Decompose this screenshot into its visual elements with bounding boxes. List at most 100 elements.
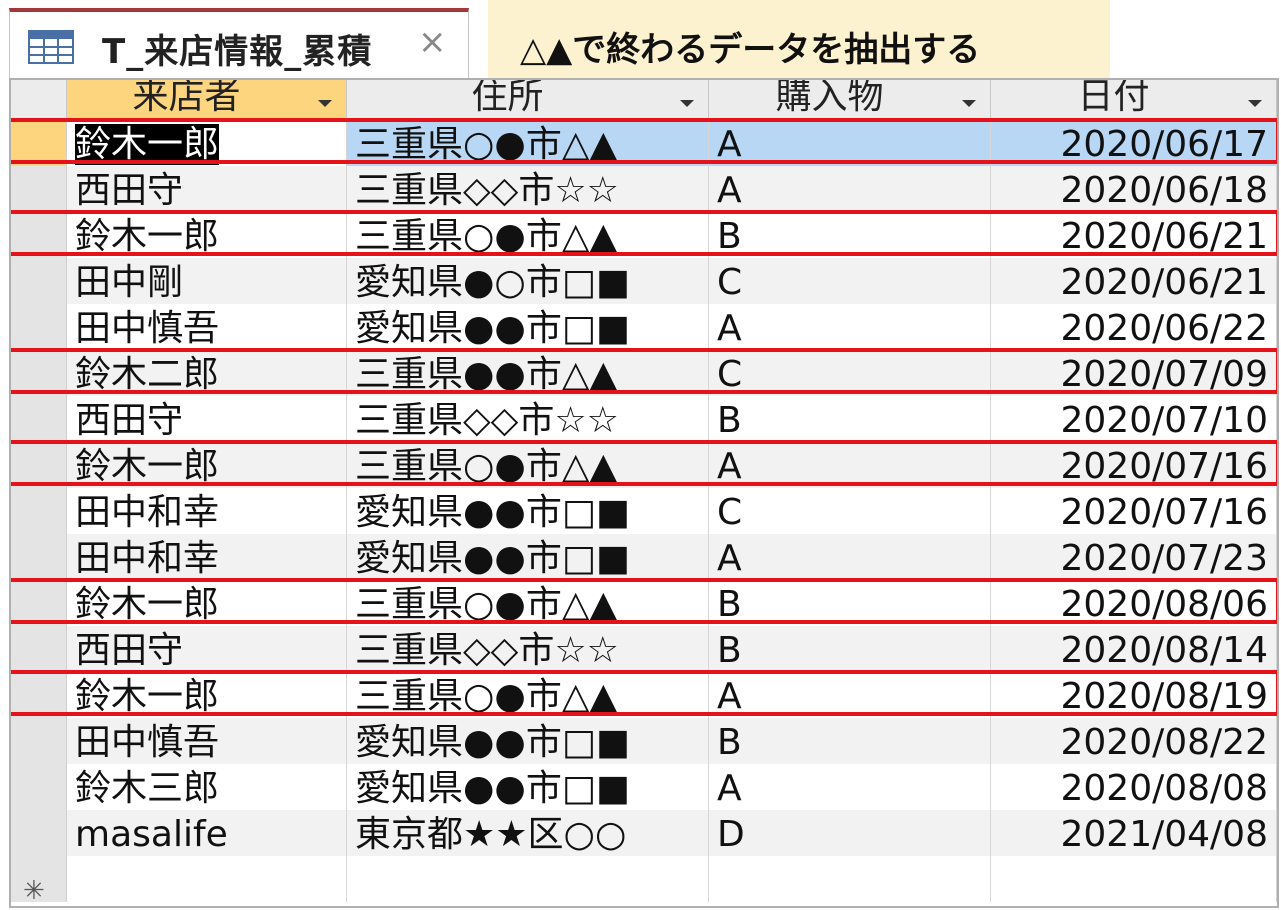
table-row[interactable]: 鈴木三郎 愛知県●●市□■ A 2020/08/08 [11,764,1277,810]
new-record-row[interactable]: ✳ [11,856,1277,902]
row-selector[interactable] [11,580,67,626]
cell-date[interactable]: 2020/06/18 [991,166,1277,212]
cell-name[interactable]: 西田守 [67,396,347,442]
cell-item[interactable]: A [709,764,991,810]
cell-item[interactable]: B [709,396,991,442]
table-row[interactable]: 鈴木一郎 三重県○●市△▲ A 2020/07/16 [11,442,1277,488]
table-tab[interactable]: T_来店情報_累積 × [9,8,469,78]
cell-date[interactable]: 2020/08/08 [991,764,1277,810]
cell-date[interactable]: 2020/07/10 [991,396,1277,442]
cell-name[interactable]: 田中慎吾 [67,304,347,350]
cell-item[interactable]: B [709,626,991,672]
cell-date[interactable]: 2020/06/21 [991,258,1277,304]
cell-date[interactable]: 2020/07/09 [991,350,1277,396]
cell-name[interactable]: 田中慎吾 [67,718,347,764]
row-selector[interactable] [11,120,67,166]
cell-date[interactable]: 2020/08/14 [991,626,1277,672]
table-row[interactable]: 西田守 三重県◇◇市☆☆ A 2020/06/18 [11,166,1277,212]
table-row[interactable]: 西田守 三重県◇◇市☆☆ B 2020/07/10 [11,396,1277,442]
row-selector[interactable] [11,350,67,396]
cell-address[interactable]: 愛知県●●市□■ [347,304,709,350]
cell-address[interactable]: 三重県○●市△▲ [347,672,709,718]
chevron-down-icon[interactable] [1248,100,1262,107]
row-selector[interactable] [11,534,67,580]
cell-address[interactable]: 愛知県●○市□■ [347,258,709,304]
cell-address[interactable]: 三重県●●市△▲ [347,350,709,396]
cell-item[interactable]: B [709,212,991,258]
cell-name[interactable]: 鈴木二郎 [67,350,347,396]
cell-name[interactable]: 鈴木三郎 [67,764,347,810]
cell-date[interactable]: 2020/08/06 [991,580,1277,626]
cell-name[interactable]: 田中和幸 [67,534,347,580]
table-row[interactable]: 田中和幸 愛知県●●市□■ C 2020/07/16 [11,488,1277,534]
chevron-down-icon[interactable] [680,100,694,107]
cell-name[interactable]: 鈴木一郎 [67,580,347,626]
cell-item[interactable]: A [709,672,991,718]
row-selector[interactable] [11,626,67,672]
row-selector[interactable] [11,718,67,764]
cell-address[interactable]: 愛知県●●市□■ [347,488,709,534]
cell-item[interactable]: C [709,258,991,304]
column-header-date[interactable]: 日付 [991,80,1277,120]
cell-name[interactable]: 鈴木一郎 [67,672,347,718]
table-row[interactable]: 鈴木一郎 三重県○●市△▲ B 2020/06/21 [11,212,1277,258]
cell-address[interactable]: 三重県◇◇市☆☆ [347,166,709,212]
cell-date[interactable]: 2020/06/22 [991,304,1277,350]
cell-address[interactable]: 三重県○●市△▲ [347,442,709,488]
cell-date[interactable]: 2020/08/22 [991,718,1277,764]
cell-address[interactable]: 三重県◇◇市☆☆ [347,626,709,672]
cell-address[interactable]: 三重県○●市△▲ [347,580,709,626]
cell-address[interactable]: 三重県○●市△▲ [347,120,709,166]
cell-address[interactable]: 東京都★★区○○ [347,810,709,856]
new-row-cell[interactable] [709,856,991,902]
cell-date[interactable]: 2020/06/17 [991,120,1277,166]
table-row[interactable]: 鈴木一郎 三重県○●市△▲ A 2020/06/17 [11,120,1277,166]
row-selector[interactable] [11,764,67,810]
cell-address[interactable]: 三重県○●市△▲ [347,212,709,258]
table-row[interactable]: 田中慎吾 愛知県●●市□■ B 2020/08/22 [11,718,1277,764]
cell-item[interactable]: C [709,488,991,534]
cell-date[interactable]: 2020/07/16 [991,442,1277,488]
table-row[interactable]: 鈴木一郎 三重県○●市△▲ B 2020/08/06 [11,580,1277,626]
cell-name[interactable]: masalife [67,810,347,856]
cell-date[interactable]: 2020/07/23 [991,534,1277,580]
table-row[interactable]: 鈴木一郎 三重県○●市△▲ A 2020/08/19 [11,672,1277,718]
select-all-corner[interactable] [11,80,67,120]
cell-address[interactable]: 三重県◇◇市☆☆ [347,396,709,442]
cell-name[interactable]: 田中和幸 [67,488,347,534]
cell-name[interactable]: 西田守 [67,166,347,212]
row-selector[interactable] [11,258,67,304]
row-selector[interactable] [11,212,67,258]
cell-name[interactable]: 田中剛 [67,258,347,304]
row-selector[interactable] [11,304,67,350]
cell-name[interactable]: 鈴木一郎 [67,442,347,488]
table-row[interactable]: 田中剛 愛知県●○市□■ C 2020/06/21 [11,258,1277,304]
cell-date[interactable]: 2020/08/19 [991,672,1277,718]
new-row-selector[interactable]: ✳ [11,856,67,902]
cell-address[interactable]: 愛知県●●市□■ [347,534,709,580]
table-row[interactable]: 田中和幸 愛知県●●市□■ A 2020/07/23 [11,534,1277,580]
cell-item[interactable]: A [709,534,991,580]
column-header-item[interactable]: 購入物 [709,80,991,120]
row-selector[interactable] [11,488,67,534]
cell-item[interactable]: A [709,166,991,212]
cell-item[interactable]: B [709,718,991,764]
row-selector[interactable] [11,396,67,442]
cell-name[interactable]: 西田守 [67,626,347,672]
new-row-cell[interactable] [67,856,347,902]
chevron-down-icon[interactable] [318,100,332,107]
cell-date[interactable]: 2020/06/21 [991,212,1277,258]
chevron-down-icon[interactable] [962,100,976,107]
column-header-name[interactable]: 来店者 [67,80,347,120]
table-row[interactable]: 田中慎吾 愛知県●●市□■ A 2020/06/22 [11,304,1277,350]
close-icon[interactable]: × [418,22,447,62]
cell-item[interactable]: B [709,580,991,626]
table-row[interactable]: masalife 東京都★★区○○ D 2021/04/08 [11,810,1277,856]
cell-item[interactable]: A [709,120,991,166]
cell-name[interactable]: 鈴木一郎 [67,212,347,258]
column-header-address[interactable]: 住所 [347,80,709,120]
cell-item[interactable]: A [709,304,991,350]
row-selector[interactable] [11,166,67,212]
cell-item[interactable]: A [709,442,991,488]
table-row[interactable]: 西田守 三重県◇◇市☆☆ B 2020/08/14 [11,626,1277,672]
